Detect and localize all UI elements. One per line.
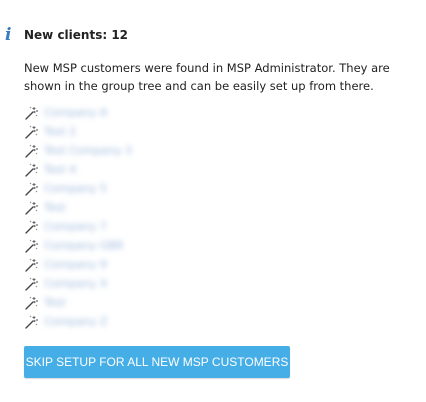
magic-wand-icon [25,163,38,177]
client-list-item[interactable]: Company 9 [23,255,132,274]
new-clients-title: New clients: 12 [24,28,129,42]
magic-wand-icon [25,296,38,310]
magic-wand-icon [25,144,38,158]
client-name-link[interactable]: Test Company 3 [44,144,132,158]
client-list-item[interactable]: Test [23,198,132,217]
new-clients-panel: i New clients: 12 New MSP customers were… [0,0,426,402]
magic-wand-icon [25,220,38,234]
client-list-item[interactable]: Company 5 [23,179,132,198]
magic-wand-icon [25,182,38,196]
client-list-item[interactable]: Test 4 [23,160,132,179]
client-name-link[interactable]: Company 7 [44,220,107,234]
client-name-link[interactable]: Company GBR [44,239,124,253]
magic-wand-icon [25,201,38,215]
client-list-item[interactable]: Test [23,293,132,312]
magic-wand-icon [25,277,38,291]
client-name-link[interactable]: Company X [44,277,107,291]
client-name-link[interactable]: Test [44,201,66,215]
client-list-item[interactable]: Company A [23,103,132,122]
magic-wand-icon [25,106,38,120]
magic-wand-icon [25,258,38,272]
info-icon: i [5,25,12,45]
magic-wand-icon [25,239,38,253]
client-list-item[interactable]: Test 2 [23,122,132,141]
magic-wand-icon [25,125,38,139]
client-list-item[interactable]: Company GBR [23,236,132,255]
client-list-item[interactable]: Company Z [23,312,132,331]
client-name-link[interactable]: Test 4 [44,163,76,177]
client-name-link[interactable]: Company A [44,106,107,120]
client-list-item[interactable]: Test Company 3 [23,141,132,160]
client-list-item[interactable]: Company X [23,274,132,293]
client-name-link[interactable]: Company 5 [44,182,107,196]
skip-setup-all-button[interactable]: SKIP SETUP FOR ALL NEW MSP CUSTOMERS [24,346,290,378]
client-name-link[interactable]: Test 2 [44,125,76,139]
client-name-link[interactable]: Company Z [44,315,107,329]
client-list-item[interactable]: Company 7 [23,217,132,236]
client-name-link[interactable]: Test [44,296,66,310]
client-list: Company A Test 2 Test Company 3 Test 4 C… [23,103,132,331]
client-name-link[interactable]: Company 9 [44,258,107,272]
new-clients-description: New MSP customers were found in MSP Admi… [24,61,390,93]
magic-wand-icon [25,315,38,329]
